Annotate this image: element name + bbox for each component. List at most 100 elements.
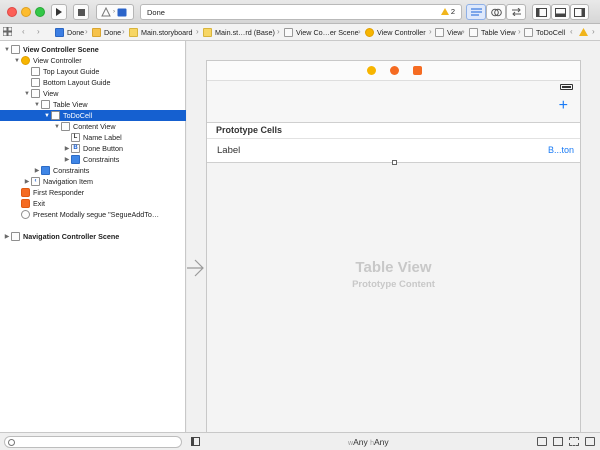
view-icon: [31, 89, 40, 98]
size-class-selector[interactable]: wAny hAny: [348, 437, 389, 447]
outline-item-segue[interactable]: Present Modally segue "SegueAddTo…: [0, 209, 186, 220]
scene-dock: [207, 61, 580, 81]
chevron-right-icon: ›: [277, 27, 280, 36]
outline-item-navigation-item[interactable]: ▶ ‹ Navigation Item: [0, 176, 186, 187]
add-icon[interactable]: +: [559, 97, 568, 115]
disclosure-open-icon[interactable]: ▼: [23, 91, 31, 97]
warning-icon: [440, 8, 449, 15]
scheme-selector[interactable]: ›: [96, 4, 134, 20]
assistant-editor-button[interactable]: [486, 4, 506, 20]
label-icon: L: [71, 133, 80, 142]
close-window-button[interactable]: [7, 7, 17, 17]
disclosure-open-icon[interactable]: ▼: [13, 58, 21, 64]
disclosure-closed-icon[interactable]: ▶: [63, 145, 71, 152]
crumb-scene[interactable]: View Co…er Scene: [284, 27, 359, 38]
storyboard-file-icon: [203, 28, 212, 37]
chevron-right-icon: ›: [122, 27, 125, 36]
version-editor-button[interactable]: [506, 4, 526, 20]
forward-arrow-icon[interactable]: ›: [37, 27, 40, 36]
crumb-folder[interactable]: Done: [92, 27, 121, 38]
stop-button[interactable]: [73, 4, 89, 20]
disclosure-closed-icon[interactable]: ▶: [23, 178, 31, 185]
crumb-storyboard-base[interactable]: Main.st…rd (Base): [203, 27, 275, 38]
issue-back-arrow-icon[interactable]: ‹: [570, 27, 573, 36]
filter-icon: [8, 439, 15, 446]
crumb-view[interactable]: View: [435, 27, 462, 38]
outline-item-top-layout-guide[interactable]: Top Layout Guide: [0, 66, 186, 77]
resize-handle[interactable]: [392, 160, 397, 165]
align-icon[interactable]: [553, 437, 563, 446]
standard-editor-button[interactable]: [466, 4, 486, 20]
button-icon: B: [71, 144, 80, 153]
view-controller-scene-frame[interactable]: + Prototype Cells Label B...ton Table Vi…: [206, 60, 581, 432]
disclosure-open-icon[interactable]: ▼: [33, 102, 41, 108]
table-view-placeholder-subtitle: Prototype Content: [352, 279, 435, 290]
related-items-button[interactable]: [2, 26, 13, 38]
outline-item-constraints[interactable]: ▶ Constraints: [0, 165, 186, 176]
view-controller-dock-icon[interactable]: [367, 66, 376, 75]
crumb-view-controller[interactable]: View Controller: [365, 27, 426, 38]
outline-item-name-label[interactable]: L Name Label: [0, 132, 186, 143]
disclosure-open-icon[interactable]: ▼: [3, 47, 11, 53]
toggle-navigator-button[interactable]: [532, 4, 551, 20]
zoom-window-button[interactable]: [35, 7, 45, 17]
back-arrow-icon[interactable]: ‹: [22, 27, 25, 36]
outline-item-done-button[interactable]: ▶ B Done Button: [0, 143, 186, 154]
outline-item-view-controller-scene[interactable]: ▼ View Controller Scene: [0, 44, 186, 55]
issue-forward-arrow-icon[interactable]: ›: [592, 27, 595, 36]
toggle-debug-area-button[interactable]: [551, 4, 570, 20]
chevron-right-icon: ›: [196, 27, 199, 36]
table-cell-icon: [524, 28, 533, 37]
table-view-icon: [469, 28, 478, 37]
minimize-window-button[interactable]: [21, 7, 31, 17]
crumb-table-view[interactable]: Table View: [469, 27, 516, 38]
chevron-right-icon: ›: [518, 27, 521, 36]
version-editor-icon: [511, 8, 521, 16]
first-responder-dock-icon[interactable]: [390, 66, 399, 75]
outline-item-view[interactable]: ▼ View: [0, 88, 186, 99]
outline-item-bottom-layout-guide[interactable]: Bottom Layout Guide: [0, 77, 186, 88]
disclosure-closed-icon[interactable]: ▶: [33, 167, 41, 174]
hide-outline-icon[interactable]: [191, 437, 200, 446]
cell-name-label[interactable]: Label: [217, 145, 240, 156]
outline-item-view-controller[interactable]: ▼ View Controller: [0, 55, 186, 66]
build-status-text: Done: [147, 8, 165, 17]
outline-item-exit[interactable]: Exit: [0, 198, 186, 209]
activity-viewer: Done 2: [140, 4, 462, 20]
outline-item-table-view[interactable]: ▼ Table View: [0, 99, 186, 110]
outline-item-content-constraints[interactable]: ▶ Constraints: [0, 154, 186, 165]
pin-icon[interactable]: [569, 437, 579, 446]
outline-item-content-view[interactable]: ▼ Content View: [0, 121, 186, 132]
chevron-right-icon: ›: [429, 27, 432, 36]
resolve-autolayout-icon[interactable]: [585, 437, 595, 446]
disclosure-open-icon[interactable]: ▼: [53, 124, 61, 130]
outline-item-navigation-controller-scene[interactable]: ▶ Navigation Controller Scene: [0, 231, 186, 242]
crumb-project[interactable]: Done: [55, 27, 84, 38]
chevron-right-icon: ›: [85, 27, 88, 36]
table-view-icon: [41, 100, 50, 109]
disclosure-open-icon[interactable]: ▼: [43, 113, 51, 119]
segue-entry-arrow-icon: [187, 259, 204, 277]
toggle-utilities-button[interactable]: [570, 4, 589, 20]
first-responder-icon: [21, 188, 30, 197]
disclosure-closed-icon[interactable]: ▶: [63, 156, 71, 163]
navigation-item-icon: ‹: [31, 177, 40, 186]
outline-item-first-responder[interactable]: First Responder: [0, 187, 186, 198]
crumb-todocell[interactable]: ToDoCell: [524, 27, 565, 38]
view-icon: [61, 122, 70, 131]
stack-view-icon[interactable]: [537, 437, 547, 446]
document-outline: ▼ View Controller Scene ▼ View Controller …: [0, 41, 186, 432]
run-button[interactable]: [51, 4, 67, 20]
outline-item-todocell[interactable]: ▼ ToDoCell: [0, 110, 186, 121]
exit-dock-icon[interactable]: [413, 66, 422, 75]
navigation-bar[interactable]: +: [207, 81, 580, 123]
assistant-editor-icon: [490, 8, 502, 16]
crumb-storyboard[interactable]: Main.storyboard: [129, 27, 193, 38]
warning-indicator[interactable]: 2: [440, 7, 455, 16]
app-scheme-icon: [101, 7, 111, 17]
debug-panel-icon: [555, 7, 566, 17]
cell-done-button[interactable]: B...ton: [548, 145, 574, 155]
warning-icon[interactable]: [579, 28, 588, 36]
disclosure-closed-icon[interactable]: ▶: [3, 233, 11, 240]
outline-filter-field[interactable]: [4, 436, 182, 448]
